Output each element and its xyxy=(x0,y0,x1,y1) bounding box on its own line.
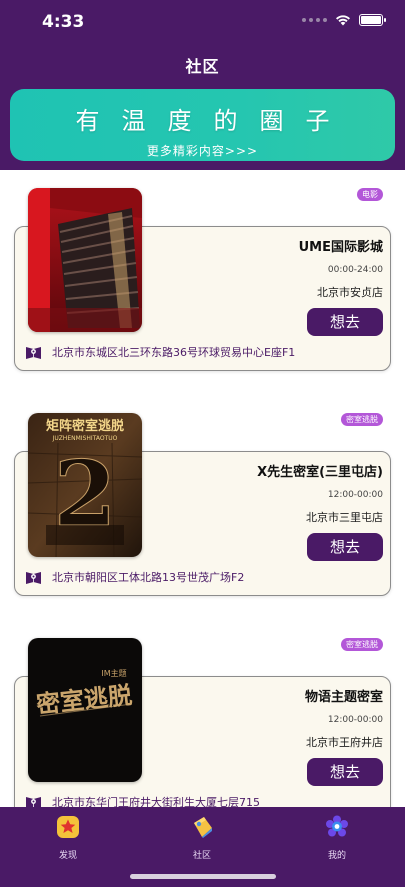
want-to-go-button[interactable]: 想去 xyxy=(307,308,383,336)
community-icon xyxy=(194,817,212,838)
venue-card-block: 密室逃脱 IM主题 密室逃脱 物语主题密室 12:00-00:00 北京市王府井… xyxy=(0,620,405,807)
signal-icon xyxy=(302,18,327,22)
community-banner[interactable]: 有温度的圈子 更多精彩内容>>> xyxy=(10,89,395,161)
venue-address: 北京市东城区北三环东路36号环球贸易中心E座F1 xyxy=(52,346,296,359)
status-icons xyxy=(302,14,386,26)
banner-title: 有温度的圈子 xyxy=(75,107,352,135)
escape-room-poster-image: IM主题 密室逃脱 xyxy=(28,638,142,782)
tab-label: 发现 xyxy=(58,851,77,861)
venue-info: X先生密室(三里屯店) 12:00-00:00 北京市三里屯店 想去 xyxy=(257,461,383,561)
status-time: 4:33 xyxy=(42,12,85,32)
venue-info: UME国际影城 00:00-24:00 北京市安贞店 想去 xyxy=(299,236,383,336)
escape-room-poster[interactable]: IM主题 密室逃脱 xyxy=(28,638,142,782)
banner-container: 有温度的圈子 更多精彩内容>>> xyxy=(0,86,405,170)
venue-hours: 12:00-00:00 xyxy=(327,715,383,725)
status-bar: 4:33 xyxy=(0,0,405,48)
address-row[interactable]: 北京市东华门王府井大街利生大厦七层715 xyxy=(25,794,260,807)
tab-label: 社区 xyxy=(192,851,211,861)
page-title: 社区 xyxy=(185,57,220,76)
venue-name: 物语主题密室 xyxy=(304,690,383,705)
star-icon xyxy=(57,816,79,838)
tab-discover[interactable]: 发现 xyxy=(38,815,98,861)
escape-room-poster-image: 矩阵密室逃脱 JUZHENMISHITAOTUO 2 xyxy=(28,413,142,557)
tab-label: 我的 xyxy=(327,851,346,861)
cinema-seats-image xyxy=(28,188,142,332)
address-row[interactable]: 北京市东城区北三环东路36号环球贸易中心E座F1 xyxy=(25,344,295,360)
tab-profile[interactable]: 我的 xyxy=(307,815,367,861)
map-book-icon xyxy=(26,571,41,584)
escape-room-poster[interactable]: 矩阵密室逃脱 JUZHENMISHITAOTUO 2 xyxy=(28,413,142,557)
bottom-tab-bar: 发现 社区 我的 xyxy=(0,807,405,887)
venue-name: X先生密室(三里屯店) xyxy=(257,465,383,480)
poster-subtitle-text: IM主题 xyxy=(101,668,126,678)
tab-community[interactable]: 社区 xyxy=(172,815,232,861)
category-tag: 密室逃脱 xyxy=(341,413,383,426)
map-book-icon xyxy=(26,346,41,359)
venue-address: 北京市东华门王府井大街利生大厦七层715 xyxy=(52,796,260,807)
venue-branch: 北京市安贞店 xyxy=(317,286,383,299)
address-row[interactable]: 北京市朝阳区工体北路13号世茂广场F2 xyxy=(25,569,244,585)
battery-icon xyxy=(359,14,386,26)
venue-name: UME国际影城 xyxy=(298,240,383,255)
map-book-icon xyxy=(26,796,41,807)
home-indicator[interactable] xyxy=(130,874,276,879)
category-tag: 密室逃脱 xyxy=(341,638,383,651)
banner-more-link[interactable]: 更多精彩内容>>> xyxy=(10,142,395,159)
venue-card-block: 密室逃脱 矩阵密室逃脱 JUZHENMISHITAOTUO 2 X先生密室(三里… xyxy=(0,395,405,605)
profile-icon xyxy=(326,815,348,837)
venue-branch: 北京市王府井店 xyxy=(306,736,383,749)
venue-feed[interactable]: 电影 UME国际影城 00:00-24:00 北京市安贞店 想去 北京市东城区北… xyxy=(0,170,405,807)
venue-info: 物语主题密室 12:00-00:00 北京市王府井店 想去 xyxy=(305,686,383,786)
want-to-go-button[interactable]: 想去 xyxy=(307,758,383,786)
venue-card-block: 电影 UME国际影城 00:00-24:00 北京市安贞店 想去 北京市东城区北… xyxy=(0,170,405,380)
venue-hours: 00:00-24:00 xyxy=(327,265,383,275)
venue-address: 北京市朝阳区工体北路13号世茂广场F2 xyxy=(52,571,245,584)
venue-hours: 12:00-00:00 xyxy=(327,490,383,500)
wifi-icon xyxy=(336,15,350,26)
want-to-go-button[interactable]: 想去 xyxy=(307,533,383,561)
cinema-poster[interactable] xyxy=(28,188,142,332)
category-tag: 电影 xyxy=(357,188,383,201)
poster-title-text: 矩阵密室逃脱 xyxy=(45,418,124,434)
nav-bar: 社区 xyxy=(0,48,405,88)
venue-branch: 北京市三里屯店 xyxy=(306,511,383,524)
